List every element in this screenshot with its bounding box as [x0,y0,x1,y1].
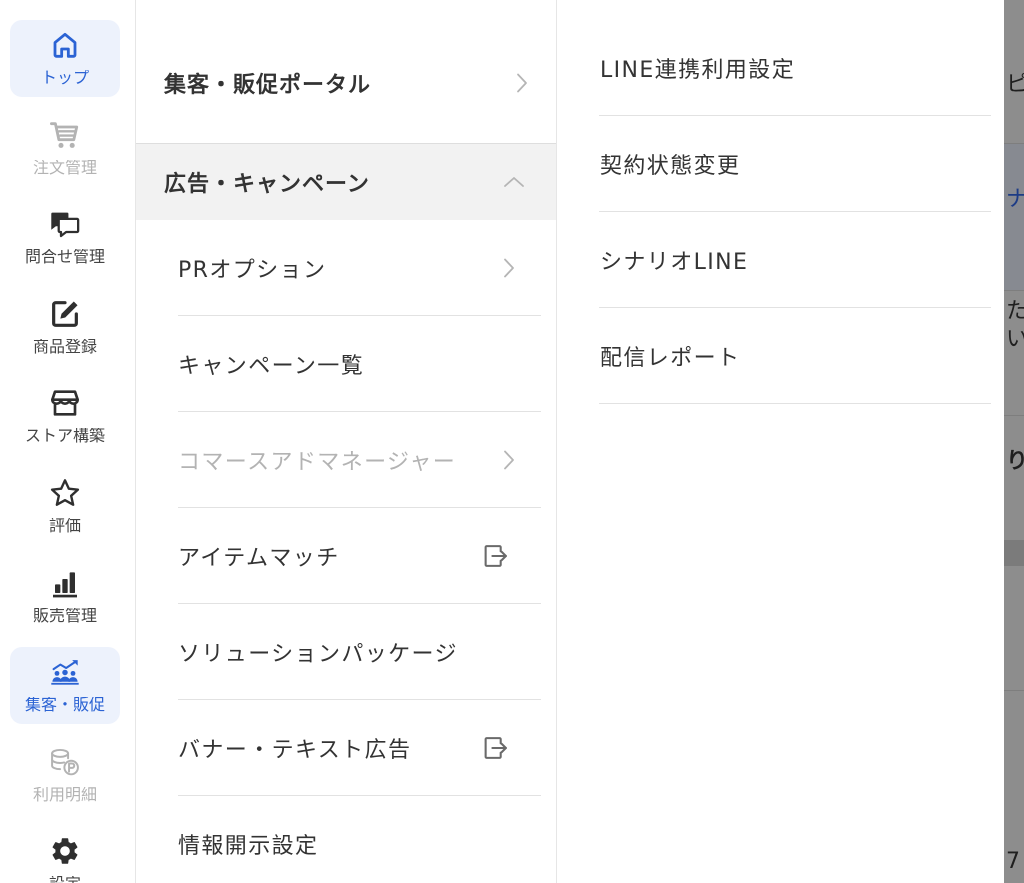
sidebar-item-label: 商品登録 [32,338,97,355]
chevron-right-icon [503,449,515,470]
sidebar-item-product-registration[interactable]: 商品登録 [10,289,120,366]
backdrop-text-fragment: た [1006,299,1024,324]
sidebar-item-label: 利用明細 [32,786,97,803]
backdrop-text-fragment: い [1006,327,1024,352]
sidebar-item-inquiries[interactable]: 問合せ管理 [10,199,120,276]
submenu-item-label: シナリオLINE [600,249,749,275]
sidebar-item-store-builder[interactable]: ストア構築 [10,378,120,455]
sidebar-item-label: 評価 [48,518,81,534]
menu-item-commerce-ad-manager[interactable]: コマースアドマネージャー [178,412,541,508]
bar-chart-icon [49,567,81,599]
store-icon [49,387,81,419]
menu-item-pr-option[interactable]: PRオプション [178,220,541,316]
menu-item-label: ソリューションパッケージ [178,641,458,667]
submenu-item-delivery-report[interactable]: 配信レポート [599,308,991,404]
menu-item-label: バナー・テキスト広告 [178,737,412,763]
backdrop-text-fragment: ナ [1006,187,1024,212]
chevron-right-icon [516,73,528,94]
sidebar-item-sales[interactable]: 販売管理 [10,558,120,635]
sidebar-item-label: 設定 [0,876,130,883]
backdrop-divider [1004,690,1024,691]
star-icon [49,477,81,509]
sidebar-item-billing[interactable]: 利用明細 [10,737,120,814]
sidebar-item-top[interactable]: トップ [10,20,120,97]
backdrop-divider [1004,290,1024,291]
backdrop-overlay[interactable]: ピ ナ た い り 7 [1004,0,1024,883]
submenu-item-line-settings[interactable]: LINE連携利用設定 [599,20,991,116]
submenu-item-contract-status[interactable]: 契約状態変更 [599,116,991,212]
cart-icon [49,119,81,151]
menu-item-disclosure-settings[interactable]: 情報開示設定 [178,796,541,883]
backdrop-text-fragment: り [1006,449,1024,474]
backdrop-text-fragment: ピ [1006,72,1024,97]
sidebar: トップ 注文管理 問合せ管理 商品登録 ストア構築 評価 販売管理 集客・販促 … [0,0,136,883]
section-toggle-ads-campaigns[interactable]: 広告・キャンペーン [136,144,556,220]
submenu-list: LINE連携利用設定 契約状態変更 シナリオLINE 配信レポート [599,20,991,404]
external-link-icon [482,734,509,761]
chevron-up-icon [503,176,525,188]
backdrop-band [1004,540,1024,566]
menu-item-banner-text-ads[interactable]: バナー・テキスト広告 [178,700,541,796]
submenu-item-scenario-line[interactable]: シナリオLINE [599,212,991,308]
submenu-item-label: 配信レポート [600,345,741,371]
menu-item-item-match[interactable]: アイテムマッチ [178,508,541,604]
sidebar-item-label: ストア構築 [24,428,105,445]
menu-item-label: 情報開示設定 [178,834,319,859]
sidebar-item-reviews[interactable]: 評価 [10,468,120,545]
chevron-right-icon [503,257,515,278]
home-icon [49,29,81,61]
edit-icon [49,298,81,330]
menu-item-campaign-list[interactable]: キャンペーン一覧 [178,316,541,412]
backdrop-divider [1004,415,1024,416]
sidebar-item-promotion[interactable]: 集客・販促 [10,647,120,725]
sidebar-item-label: 問合せ管理 [24,249,105,266]
coins-icon [49,746,81,778]
sidebar-item-settings[interactable]: 設定 [10,826,120,883]
backdrop-band [1004,144,1024,290]
backdrop-text-fragment: 7 [1006,849,1020,874]
sidebar-item-label: 集客・販促 [24,697,105,714]
gear-icon [49,835,81,867]
sidebar-item-label: トップ [40,70,89,86]
sidebar-item-label: 注文管理 [32,159,97,176]
ads-campaigns-list: PRオプション キャンペーン一覧 コマースアドマネージャー アイテムマッチ ソリ… [178,220,541,883]
portal-link[interactable]: 集客・販促ポータル [136,23,556,144]
portal-label: 集客・販促ポータル [164,73,372,98]
submenu-item-label: 契約状態変更 [600,153,741,179]
chat-icon [49,208,81,240]
submenu-panel: LINE連携利用設定 契約状態変更 シナリオLINE 配信レポート [557,0,1004,883]
sidebar-item-label: 販売管理 [32,607,97,624]
menu-item-solution-package[interactable]: ソリューションパッケージ [178,604,541,700]
menu-panel: 集客・販促ポータル 広告・キャンペーン PRオプション キャンペーン一覧 コマー… [136,0,557,883]
promotion-icon [49,656,81,688]
external-link-icon [482,542,509,569]
menu-item-label: PRオプション [178,257,327,283]
sidebar-item-orders[interactable]: 注文管理 [10,110,120,187]
submenu-item-label: LINE連携利用設定 [600,57,796,83]
menu-item-label: アイテムマッチ [178,545,340,571]
section-label: 広告・キャンペーン [164,172,370,197]
menu-item-label: キャンペーン一覧 [178,353,365,379]
menu-item-label: コマースアドマネージャー [178,449,457,475]
